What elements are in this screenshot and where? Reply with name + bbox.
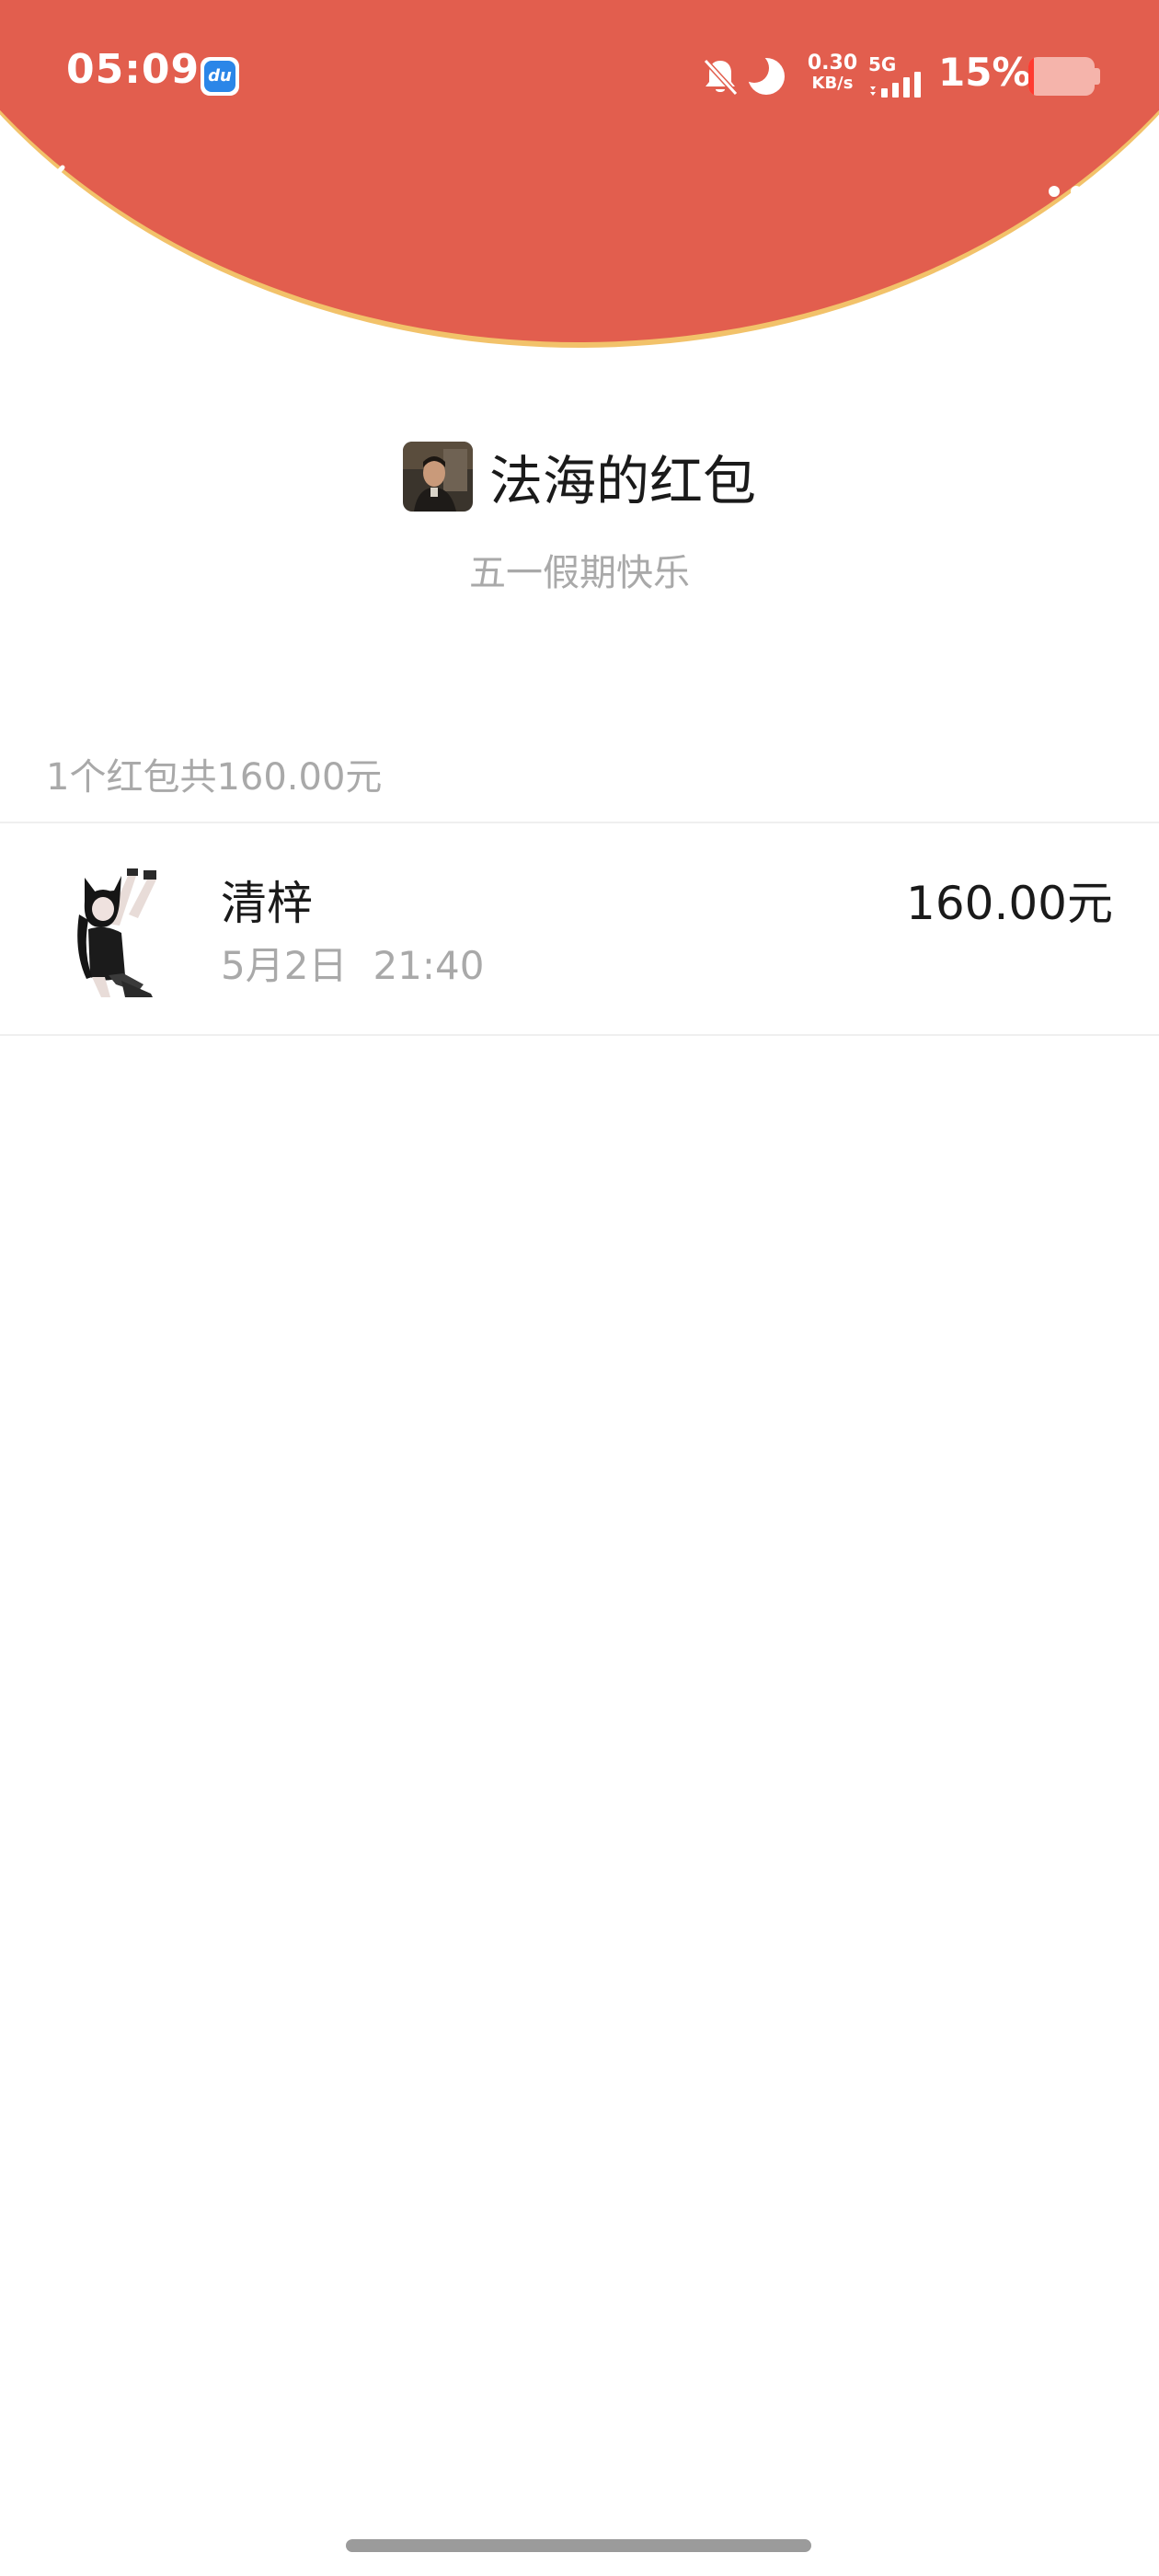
red-packet-detail-page: 05:09 du 0.30 KB/s 5G 15% 法海的红包 五一假期快乐 1… xyxy=(0,0,1159,2576)
battery-icon xyxy=(1028,57,1095,96)
chevron-left-icon xyxy=(40,165,65,214)
more-options-button[interactable] xyxy=(1039,166,1113,221)
divider-top xyxy=(0,822,1159,823)
bell-muted-icon xyxy=(703,58,739,97)
list-item[interactable]: 清梓 5月2日 21:40 160.00元 xyxy=(0,824,1159,1034)
recipient-avatar-image xyxy=(64,859,184,997)
moon-icon xyxy=(745,55,785,95)
sender-title: 法海的红包 xyxy=(488,450,756,512)
network-speed: 0.30 KB/s xyxy=(805,53,860,94)
received-amount: 160.00元 xyxy=(906,877,1113,930)
network-speed-unit: KB/s xyxy=(811,74,854,93)
received-date: 5月2日 xyxy=(221,943,348,988)
packet-summary: 1个红包共160.00元 xyxy=(46,756,383,799)
battery-level-fill xyxy=(1028,57,1034,96)
wishing-text: 五一假期快乐 xyxy=(469,552,690,594)
battery-percent: 15% xyxy=(938,50,1031,95)
recipient-name: 清梓 xyxy=(221,877,313,930)
sender-header: 法海的红包 xyxy=(0,440,1159,513)
status-bar: 05:09 du 0.30 KB/s 5G 15% xyxy=(0,0,1159,156)
received-time: 5月2日 21:40 xyxy=(221,935,485,991)
app-badge-text: du xyxy=(204,61,235,92)
recipient-avatar[interactable] xyxy=(64,859,184,997)
battery-cap xyxy=(1095,68,1100,85)
sender-avatar[interactable] xyxy=(402,442,473,512)
home-indicator[interactable] xyxy=(346,2539,811,2552)
signal-icon xyxy=(870,72,921,98)
network-speed-value: 0.30 xyxy=(807,52,858,75)
baidu-app-icon: du xyxy=(201,57,239,96)
status-time: 05:09 xyxy=(66,46,201,93)
more-dots-icon xyxy=(1049,186,1104,197)
sender-avatar-image xyxy=(402,442,473,512)
divider-bottom xyxy=(0,1034,1159,1036)
back-button[interactable] xyxy=(28,156,83,221)
received-clock: 21:40 xyxy=(373,943,485,988)
